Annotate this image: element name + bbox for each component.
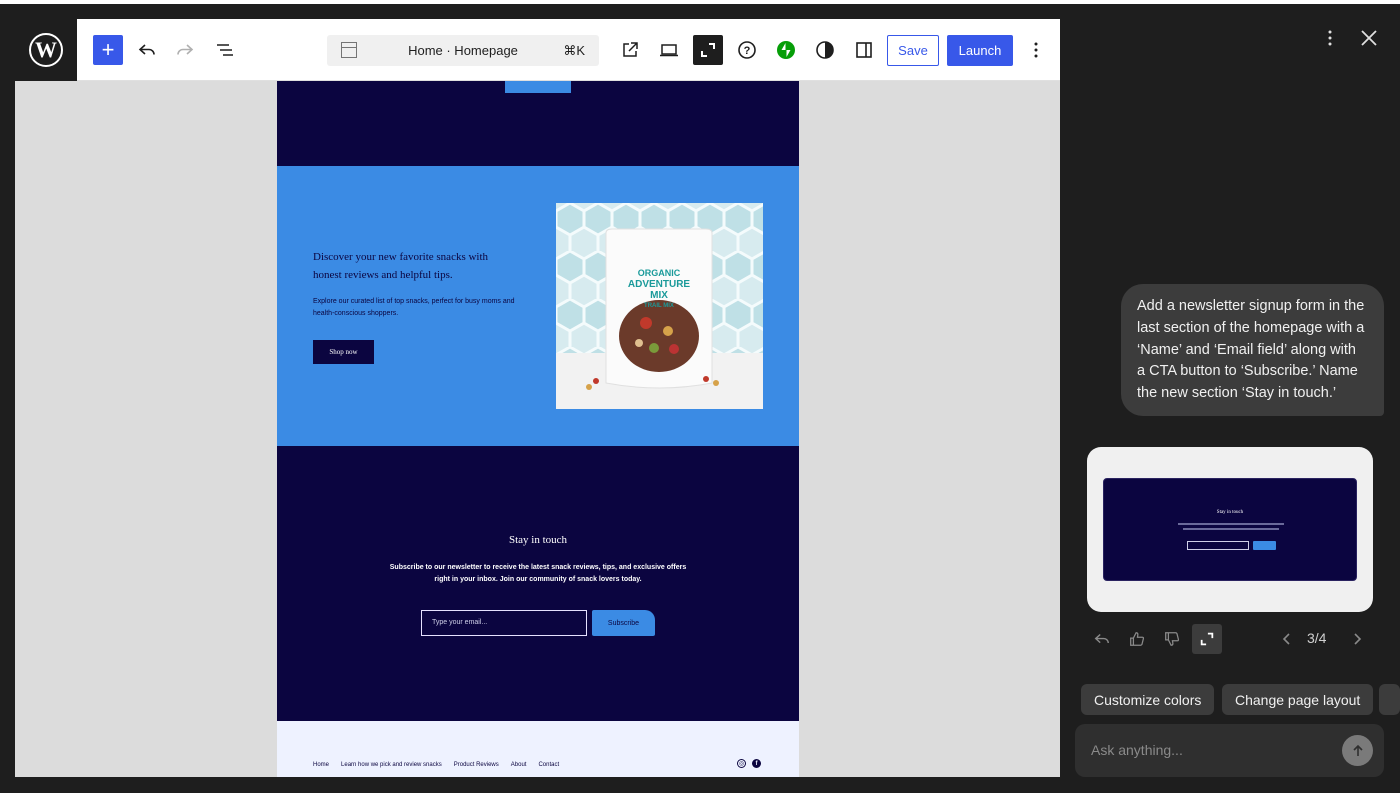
newsletter-title: Stay in touch xyxy=(508,534,568,546)
hero-product-image[interactable]: ORGANIC ADVENTURE MIX TRAIL MIX xyxy=(556,203,763,409)
ask-input-box[interactable]: Ask anything... xyxy=(1075,724,1384,777)
thumbs-down-icon xyxy=(1165,632,1180,646)
fullscreen-icon xyxy=(1200,632,1214,646)
suggestion-customize-colors[interactable]: Customize colors xyxy=(1081,684,1215,715)
thumbs-up-button[interactable] xyxy=(1122,624,1152,654)
next-result-button[interactable] xyxy=(1342,624,1372,654)
footer-link-how-we-review[interactable]: Learn how we pick and review snacks xyxy=(341,762,442,768)
save-button[interactable]: Save xyxy=(887,35,939,66)
settings-sidebar-button[interactable] xyxy=(849,35,879,65)
preview-thumbnail: Stay in touch xyxy=(1103,478,1357,581)
wordpress-logo-button[interactable]: W xyxy=(15,19,77,81)
preview-subscribe-button xyxy=(1253,541,1276,550)
launch-button[interactable]: Launch xyxy=(947,35,1013,66)
fullscreen-button[interactable] xyxy=(693,35,723,65)
instagram-icon[interactable]: ◎ xyxy=(737,759,746,768)
command-shortcut: ⌘K xyxy=(563,43,585,58)
ask-input-placeholder: Ask anything... xyxy=(1091,742,1183,758)
footer-link-product-reviews[interactable]: Product Reviews xyxy=(454,762,499,768)
command-palette-bar[interactable]: Home · Homepage ⌘K xyxy=(327,35,599,66)
panel-more-options-button[interactable] xyxy=(1318,26,1342,50)
vertical-ellipsis-icon xyxy=(1034,42,1038,58)
footer-link-home[interactable]: Home xyxy=(313,762,329,768)
list-view-icon xyxy=(217,44,233,56)
newsletter-email-input[interactable]: Type your email... xyxy=(421,610,587,636)
thumbs-up-icon xyxy=(1130,632,1145,646)
more-options-button[interactable] xyxy=(1021,35,1051,65)
preview-email-input xyxy=(1187,541,1249,550)
view-site-button[interactable] xyxy=(615,35,645,65)
preview-text-line xyxy=(1178,523,1284,525)
product-label-line2: ADVENTURE xyxy=(628,279,691,290)
fullscreen-icon xyxy=(701,43,715,57)
styles-contrast-icon xyxy=(816,41,834,59)
social-links: ◎ f xyxy=(737,759,761,768)
suggestion-overflow-chip[interactable] xyxy=(1379,684,1400,715)
sidebar-icon xyxy=(856,42,872,58)
plus-icon: + xyxy=(101,37,115,62)
shop-now-button[interactable]: Shop now xyxy=(313,340,374,364)
product-label-line4: TRAIL MIX xyxy=(644,303,674,309)
svg-text:?: ? xyxy=(744,45,751,57)
previous-result-button[interactable] xyxy=(1272,624,1302,654)
trail-mix-bag-illustration: ORGANIC ADVENTURE MIX TRAIL MIX xyxy=(556,203,763,409)
newsletter-description: Subscribe to our newsletter to receive t… xyxy=(389,564,687,583)
document-title: Home · Homepage xyxy=(408,43,518,58)
jetpack-button[interactable] xyxy=(771,35,801,65)
close-panel-button[interactable] xyxy=(1357,26,1381,50)
product-label-line1: ORGANIC xyxy=(638,268,681,278)
footer-link-about[interactable]: About xyxy=(511,762,527,768)
top-section-button[interactable] xyxy=(505,81,571,93)
chevron-right-icon xyxy=(1354,633,1362,645)
site-page: Discover your new favorite snacks with h… xyxy=(277,81,799,777)
styles-button[interactable] xyxy=(810,35,840,65)
preview-title: Stay in touch xyxy=(1216,510,1244,515)
expand-preview-button[interactable] xyxy=(1192,624,1222,654)
desktop-icon xyxy=(660,44,678,57)
product-label-line3: MIX xyxy=(650,290,668,301)
external-link-icon xyxy=(623,42,638,57)
undo-button[interactable] xyxy=(132,35,162,65)
add-block-button[interactable]: + xyxy=(93,35,123,65)
editor-toolbar: + Home · Homepage ⌘K ? Save Launch xyxy=(77,19,1060,81)
undo-icon xyxy=(1094,633,1110,644)
hero-section[interactable]: Discover your new favorite snacks with h… xyxy=(277,166,799,446)
footer-navigation: Home Learn how we pick and review snacks… xyxy=(313,762,559,768)
close-icon xyxy=(1361,30,1377,46)
undo-icon xyxy=(138,44,155,55)
site-footer[interactable]: Home Learn how we pick and review snacks… xyxy=(277,721,799,777)
editor-canvas[interactable]: Discover your new favorite snacks with h… xyxy=(15,81,1060,777)
redo-icon xyxy=(177,44,194,55)
subscribe-button[interactable]: Subscribe xyxy=(592,610,655,636)
window-top-strip xyxy=(0,0,1400,4)
preview-text-line xyxy=(1183,528,1279,530)
user-message-bubble: Add a newsletter signup form in the last… xyxy=(1121,284,1384,416)
device-preview-button[interactable] xyxy=(654,35,684,65)
help-icon: ? xyxy=(738,41,756,59)
revert-button[interactable] xyxy=(1087,624,1117,654)
top-section[interactable] xyxy=(277,81,799,166)
facebook-icon[interactable]: f xyxy=(752,759,761,768)
hero-description: Explore our curated list of top snacks, … xyxy=(313,298,515,317)
footer-link-contact[interactable]: Contact xyxy=(538,762,559,768)
arrow-up-icon xyxy=(1352,744,1363,756)
jetpack-icon xyxy=(777,41,795,59)
vertical-ellipsis-icon xyxy=(1328,30,1332,46)
chevron-left-icon xyxy=(1282,633,1290,645)
result-pager: 3/4 xyxy=(1307,630,1327,646)
stay-in-touch-section[interactable]: Stay in touch Subscribe to our newslette… xyxy=(277,446,799,721)
help-button[interactable]: ? xyxy=(732,35,762,65)
send-button[interactable] xyxy=(1342,735,1373,766)
hero-heading: Discover your new favorite snacks with h… xyxy=(313,251,489,281)
ai-result-preview-card[interactable]: Stay in touch xyxy=(1087,447,1373,612)
suggestion-change-page-layout[interactable]: Change page layout xyxy=(1222,684,1374,715)
thumbs-down-button[interactable] xyxy=(1157,624,1187,654)
wordpress-logo-icon: W xyxy=(29,33,63,67)
document-overview-button[interactable] xyxy=(210,35,240,65)
redo-button[interactable] xyxy=(170,35,200,65)
